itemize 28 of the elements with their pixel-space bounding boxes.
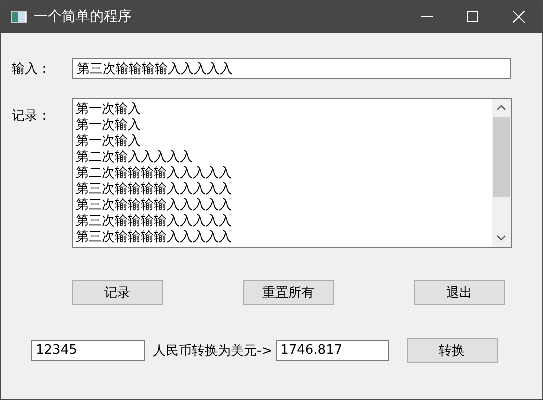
record-line: 第二次输输输输入入入入入 bbox=[76, 166, 232, 182]
record-line: 第三次输输输输入入入入入 bbox=[76, 182, 232, 198]
record-line: 第一次输入 bbox=[76, 102, 141, 118]
close-icon bbox=[513, 11, 525, 23]
record-line: 第三次输输输输入入入入入 bbox=[76, 198, 232, 214]
scroll-up-icon[interactable] bbox=[497, 105, 506, 111]
window-title: 一个简单的程序 bbox=[34, 8, 133, 26]
action-button[interactable]: 退出 bbox=[414, 280, 505, 305]
record-line: 第三次输输输输入入入入入 bbox=[76, 214, 232, 230]
app-icon bbox=[11, 11, 27, 23]
conversion-label: 人民币转换为美元-> bbox=[153, 342, 273, 360]
record-line: 第三次输输输输入入入入入 bbox=[76, 230, 232, 246]
result-field[interactable]: 1746.817 bbox=[276, 340, 389, 361]
record-line: 第一次输入 bbox=[76, 134, 141, 150]
record-label: 记录： bbox=[12, 108, 52, 126]
action-button[interactable]: 记录 bbox=[72, 280, 163, 305]
record-list[interactable]: 第一次输入 第一次输入 第一次输入 第二次输入入入入入 第二次输输输输入入入入入 第三次输输输输入入入入入 第三次输输输输入入入入入 第三次输输输输入入入入入 第三次输输输输入入入入入 bbox=[72, 98, 512, 248]
action-button[interactable]: 重置所有 bbox=[243, 280, 334, 305]
input-field[interactable]: 第三次输输输输入入入入入 bbox=[72, 58, 511, 79]
scrollbar[interactable] bbox=[492, 99, 511, 247]
record-line: 第二次输入入入入入 bbox=[76, 150, 193, 166]
scroll-down-icon[interactable] bbox=[497, 235, 506, 241]
scroll-thumb[interactable] bbox=[493, 117, 510, 197]
amount-field[interactable]: 12345 bbox=[31, 340, 145, 361]
maximize-icon bbox=[467, 11, 479, 23]
record-line: 第一次输入 bbox=[76, 118, 141, 134]
convert-button[interactable]: 转换 bbox=[406, 338, 498, 363]
input-label: 输入： bbox=[12, 60, 52, 78]
